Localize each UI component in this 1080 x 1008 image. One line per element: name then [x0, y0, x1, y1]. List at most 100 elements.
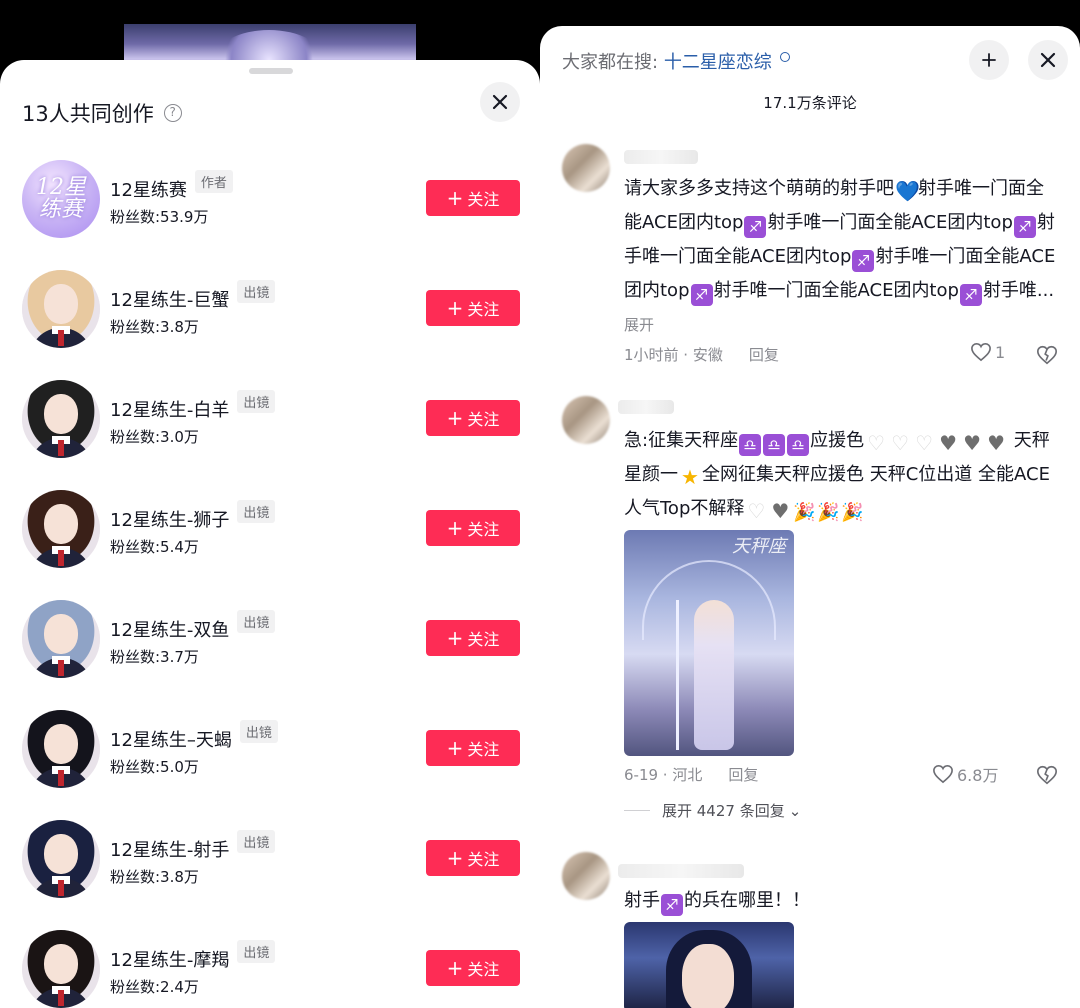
comment-username[interactable] — [624, 150, 698, 164]
comment-username[interactable] — [618, 400, 674, 414]
role-tag: 出镜 — [239, 719, 278, 743]
gray-heart-emoji: ♥ — [771, 499, 790, 523]
party-popper-emoji: 🎉 — [817, 502, 840, 523]
follow-button[interactable]: + 关注 — [426, 950, 520, 986]
creator-row[interactable]: 12星练生-摩羯 出镜 粉丝数:2.4万 + 关注 — [0, 930, 540, 1008]
plus-icon: + — [446, 296, 464, 320]
creator-row[interactable]: 12星练生-白羊 出镜 粉丝数:3.0万 + 关注 — [0, 380, 540, 480]
creator-name[interactable]: 12星练生-摩羯 — [110, 946, 229, 972]
creator-name-line: 12星练生-巨蟹 出镜 — [110, 279, 276, 312]
plus-icon: + — [446, 406, 464, 430]
creator-avatar[interactable] — [22, 820, 100, 898]
search-icon — [779, 52, 790, 62]
like-button[interactable]: 1 — [970, 342, 1005, 362]
follow-label: 关注 — [467, 410, 500, 429]
sheet-title: 13人共同创作 ? — [22, 98, 182, 128]
collapse-button[interactable] — [969, 40, 1009, 80]
follow-label: 关注 — [467, 190, 500, 209]
drag-handle[interactable] — [249, 68, 293, 74]
creator-row[interactable]: 12星练生-巨蟹 出镜粉丝数:3.8万 + 关注 — [0, 270, 540, 370]
creator-avatar[interactable] — [22, 600, 100, 678]
creator-name-line: 12星练生-射手 出镜 — [110, 829, 276, 862]
creator-name-line: 12星练生-白羊 出镜 — [110, 389, 276, 422]
fan-count: 粉丝数:3.8万 — [110, 318, 199, 336]
search-suggestion[interactable]: 大家都在搜: 十二星座恋综 — [562, 48, 790, 74]
plus-icon: + — [446, 626, 464, 650]
thread-line — [624, 810, 650, 811]
libra-emoji: ♎ — [787, 434, 810, 456]
creator-avatar[interactable] — [22, 270, 100, 348]
search-keyword-link[interactable]: 十二星座恋综 — [664, 52, 772, 73]
creator-avatar[interactable]: 12星 练赛 — [22, 160, 100, 238]
comments-sheet: 大家都在搜: 十二星座恋综 17.1万条评论 请大家多多支持这个萌萌的射手吧💙 射… — [540, 26, 1080, 1008]
follow-button[interactable]: + 关注 — [426, 400, 520, 436]
follow-button[interactable]: + 关注 — [426, 620, 520, 656]
star-emoji: ★ — [681, 465, 699, 489]
creator-row[interactable]: 12星练生-双鱼 出镜 粉丝数:3.7万 + 关注 — [0, 600, 540, 700]
text-run: 的兵在哪里！！ — [684, 890, 810, 911]
avatar-tie — [58, 660, 64, 676]
text-run: 射手唯... — [982, 280, 1055, 301]
creator-row[interactable]: 12星练生–天蝎 出镜粉丝数:5.0万 + 关注 — [0, 710, 540, 810]
sagittarius-emoji: ♐ — [690, 284, 713, 306]
comment-avatar[interactable] — [562, 852, 610, 900]
reply-button[interactable]: 回复 — [749, 346, 779, 364]
follow-button[interactable]: + 关注 — [426, 730, 520, 766]
reply-button[interactable]: 回复 — [728, 766, 758, 784]
plus-icon: + — [446, 846, 464, 870]
broken-heart-icon[interactable] — [1036, 344, 1058, 366]
creator-name[interactable]: 12星练生-双鱼 — [110, 616, 229, 642]
comment-avatar[interactable] — [562, 144, 610, 192]
creator-row[interactable]: 12星练生-狮子 出镜 粉丝数:5.4万 + 关注 — [0, 490, 540, 590]
close-button[interactable] — [1028, 40, 1068, 80]
like-count: 1 — [995, 342, 1006, 362]
fan-count: 粉丝数:3.8万 — [110, 868, 199, 886]
broken-heart-icon[interactable] — [1036, 764, 1058, 786]
creator-name[interactable]: 12星练生-射手 — [110, 836, 229, 862]
plus-icon: + — [446, 956, 464, 980]
text-run: 急:征集天秤座 — [624, 430, 739, 451]
creator-name[interactable]: 12星练生-白羊 — [110, 396, 229, 422]
avatar-face — [44, 724, 78, 764]
creator-avatar[interactable] — [22, 380, 100, 458]
follow-button[interactable]: + 关注 — [426, 840, 520, 876]
follow-button[interactable]: + 关注 — [426, 180, 520, 216]
creator-avatar[interactable] — [22, 490, 100, 568]
comment-meta: 6-19 · 河北 回复 — [624, 764, 758, 785]
creator-avatar[interactable] — [22, 710, 100, 788]
help-icon[interactable]: ? — [163, 104, 182, 122]
creator-name[interactable]: 12星练生-狮子 — [110, 506, 229, 532]
party-popper-emoji: 🎉 — [841, 502, 864, 523]
fan-count: 粉丝数:3.7万 — [110, 648, 199, 666]
creator-name[interactable]: 12星练生–天蝎 — [110, 726, 232, 752]
role-tag: 出镜 — [237, 389, 276, 413]
close-button[interactable] — [480, 82, 520, 122]
follow-button[interactable]: + 关注 — [426, 290, 520, 326]
creator-avatar[interactable] — [22, 930, 100, 1008]
creator-row[interactable]: 12星练生-射手 出镜粉丝数:3.8万 + 关注 — [0, 820, 540, 920]
comment-time-location: 1小时前 · 安徽 — [624, 346, 723, 364]
creator-name-line: 12星练生-摩羯 出镜 — [110, 939, 276, 972]
creator-row[interactable]: 12星 练赛 12星练赛 作者 粉丝数:53.9万 + 关注 — [0, 160, 540, 260]
expand-text-button[interactable]: 展开 — [624, 316, 654, 334]
brand-logo-text: 12星 练赛 — [36, 175, 86, 222]
expand-replies-button[interactable]: 展开 4427 条回复 ⌄ — [624, 800, 801, 821]
comment-meta: 1小时前 · 安徽 回复 — [624, 344, 779, 365]
collapse-icon — [982, 53, 996, 67]
gray-heart-emoji: ♥ — [939, 431, 958, 455]
creator-name[interactable]: 12星练生-巨蟹 — [110, 286, 229, 312]
comment-image[interactable] — [624, 922, 794, 1008]
role-tag: 出镜 — [237, 499, 276, 523]
text-run: 射手唯一门面全能ACE团内top — [713, 280, 959, 301]
sagittarius-emoji: ♐ — [1013, 216, 1036, 238]
follow-button[interactable]: + 关注 — [426, 510, 520, 546]
comment-avatar[interactable] — [562, 396, 610, 444]
like-button[interactable]: 6.8万 — [932, 762, 998, 786]
comment-image[interactable]: 天秤座 — [624, 530, 794, 756]
comment-username[interactable] — [618, 864, 744, 878]
sagittarius-emoji: ♐ — [959, 284, 982, 306]
expand-replies-label: 展开 4427 条回复 — [662, 802, 785, 820]
like-count: 6.8万 — [957, 766, 999, 785]
fan-count: 粉丝数:5.0万 — [110, 758, 199, 776]
creator-name[interactable]: 12星练赛 — [110, 176, 187, 202]
